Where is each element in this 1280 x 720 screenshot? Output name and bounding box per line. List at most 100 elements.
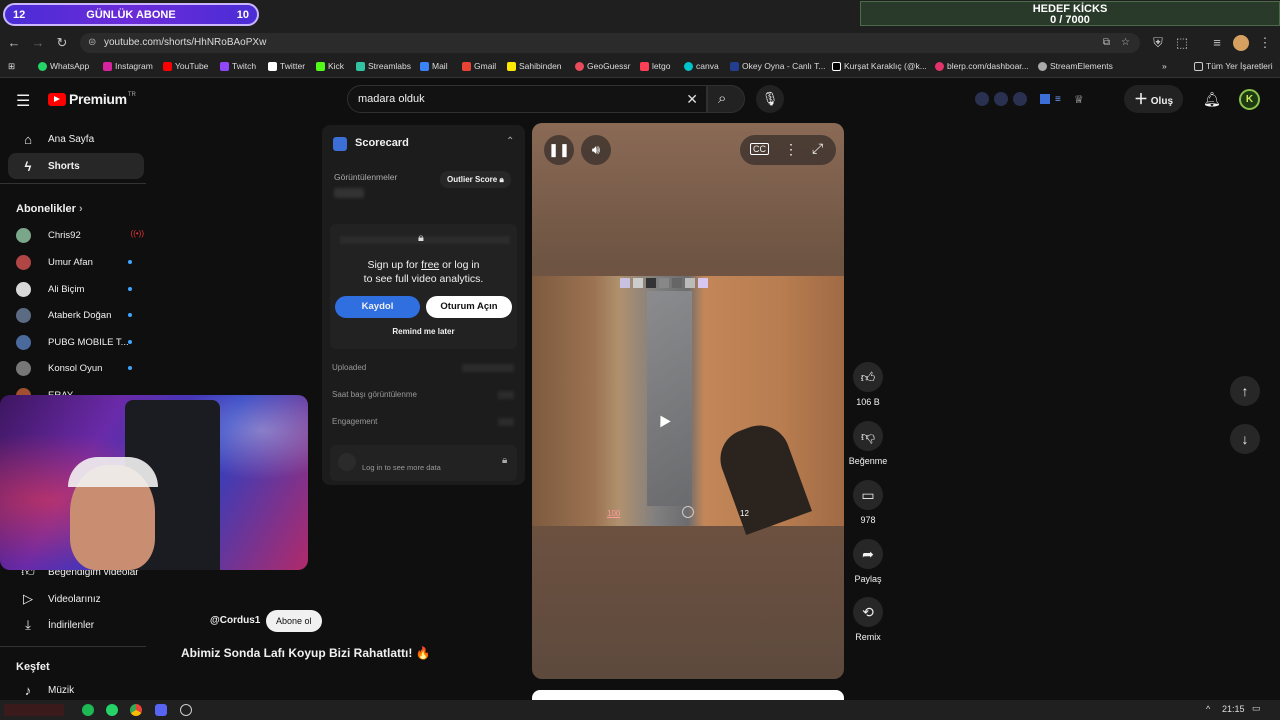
subscriptions-heading[interactable]: Abonelikler › bbox=[16, 203, 83, 215]
search-input[interactable]: madara olduk ✕ bbox=[347, 85, 707, 113]
forward-icon[interactable]: → bbox=[30, 35, 46, 51]
volume-button[interactable]: 🔊︎ bbox=[581, 135, 611, 165]
bookmark-streamelements[interactable]: StreamElements bbox=[1038, 61, 1113, 71]
clear-search-icon[interactable]: ✕ bbox=[686, 86, 698, 112]
bookmark-canva[interactable]: canva bbox=[684, 61, 719, 71]
scorecard-panel: Scorecard ⌃ Görüntülenmeler Outlier Scor… bbox=[322, 125, 525, 485]
bookmark-mail[interactable]: Mail bbox=[420, 61, 448, 71]
whatsapp-icon[interactable] bbox=[106, 704, 118, 716]
site-info-icon[interactable]: ⊜ bbox=[88, 33, 96, 53]
subscription-item[interactable]: Umur Afan bbox=[16, 251, 136, 273]
back-icon[interactable]: ← bbox=[6, 35, 22, 51]
trophy-icon[interactable]: ♕ bbox=[1074, 93, 1084, 106]
create-button[interactable]: ＋ Oluş bbox=[1124, 85, 1184, 113]
next-short-button[interactable]: ↓ bbox=[1230, 424, 1260, 454]
bookmark-geoguessr[interactable]: GeoGuessr bbox=[575, 61, 630, 71]
dislike-button[interactable]: 👎︎ Beğenme bbox=[847, 421, 889, 466]
remix-icon: ⟲ bbox=[853, 597, 883, 627]
install-icon[interactable]: ⧉ bbox=[1103, 33, 1110, 53]
subscribe-button[interactable]: Abone ol bbox=[266, 610, 322, 632]
comments-button[interactable]: ▭ 978 bbox=[850, 480, 886, 525]
home-icon: ⌂ bbox=[24, 131, 32, 147]
subscription-item[interactable]: PUBG MOBILE T... bbox=[16, 331, 136, 353]
sidebar-item-home[interactable]: ⌂ Ana Sayfa bbox=[8, 126, 144, 152]
bookmarks-overflow-icon[interactable]: » bbox=[1162, 61, 1167, 71]
remix-button[interactable]: ⟲ Remix bbox=[850, 597, 886, 642]
discord-icon[interactable] bbox=[155, 704, 167, 716]
search-button[interactable]: ⌕ bbox=[707, 85, 745, 113]
obs-icon[interactable] bbox=[180, 704, 192, 716]
bookmark-tiktok[interactable]: Kurşat Karaklıç (@k... bbox=[832, 61, 927, 71]
fullscreen-icon[interactable]: ⤢ bbox=[812, 140, 823, 157]
bookmark-kick[interactable]: Kick bbox=[316, 61, 344, 71]
bookmark-gmail[interactable]: Gmail bbox=[462, 61, 496, 71]
list-icon[interactable]: ≡ bbox=[1055, 94, 1061, 105]
notification-center-icon[interactable]: ▭ bbox=[1252, 703, 1261, 714]
bookmark-streamlabs[interactable]: Streamlabs bbox=[356, 61, 411, 71]
like-button[interactable]: 👍︎ 106 B bbox=[850, 362, 886, 407]
bookmarks-bar: ⊞ WhatsApp Instagram YouTube Twitch Twit… bbox=[0, 56, 1280, 78]
share-button[interactable]: ➦ Paylaş bbox=[850, 539, 886, 584]
chrome-icon[interactable] bbox=[130, 704, 142, 716]
hamburger-menu-icon[interactable]: ☰ bbox=[16, 91, 30, 111]
login-more-card[interactable]: Log in to see more data 🔒︎ bbox=[330, 445, 517, 481]
shorts-video-player[interactable]: 100 12 ❚❚ 🔊︎ CC ⋮ ⤢ bbox=[532, 123, 844, 679]
comment-icon: ▭ bbox=[853, 480, 883, 510]
reload-icon[interactable]: ↻ bbox=[54, 35, 70, 51]
tray-chevron-icon[interactable]: ^ bbox=[1206, 704, 1210, 714]
spotify-icon[interactable] bbox=[82, 704, 94, 716]
channel-handle[interactable]: @Cordus1 bbox=[210, 615, 260, 626]
sidebar-item-your-videos[interactable]: ▷ Videolarınız bbox=[8, 586, 144, 612]
lock-icon: 🔒︎ bbox=[418, 232, 424, 244]
youtube-premium-logo[interactable]: Premium TR bbox=[48, 91, 136, 107]
bookmark-sahibinden[interactable]: Sahibinden bbox=[507, 61, 562, 71]
pause-button[interactable]: ❚❚ bbox=[544, 135, 574, 165]
account-avatar[interactable]: K bbox=[1239, 89, 1260, 110]
vidiq-icon[interactable] bbox=[1040, 94, 1050, 104]
subscription-item[interactable]: Ali Biçim bbox=[16, 278, 136, 300]
bookmark-okey[interactable]: Okey Oyna - Canlı T... bbox=[730, 61, 825, 71]
live-icon: ((•)) bbox=[130, 229, 144, 238]
tab-search-icon[interactable]: ≡ bbox=[1209, 35, 1225, 51]
star-icon[interactable]: ☆ bbox=[1121, 33, 1130, 53]
captions-icon[interactable]: CC bbox=[750, 143, 769, 155]
clock-time[interactable]: 21:15 bbox=[1222, 704, 1245, 714]
login-button[interactable]: Oturum Açın bbox=[426, 296, 512, 318]
more-options-icon[interactable]: ⋮ bbox=[784, 141, 798, 158]
goal-progress-text: 0 / 7000 bbox=[1050, 14, 1090, 26]
all-bookmarks-folder[interactable]: Tüm Yer İşaretleri bbox=[1194, 61, 1273, 71]
bookmark-blerp[interactable]: blerp.com/dashboar... bbox=[935, 61, 1029, 71]
bookmark-letgo[interactable]: letgo bbox=[640, 61, 670, 71]
bookmark-whatsapp[interactable]: WhatsApp bbox=[38, 61, 89, 71]
subscription-item[interactable]: Ataberk Doğan bbox=[16, 304, 136, 326]
bookmark-twitter[interactable]: Twitter bbox=[268, 61, 305, 71]
apps-icon[interactable]: ⊞ bbox=[8, 61, 15, 72]
remind-later-link[interactable]: Remind me later bbox=[330, 327, 517, 336]
extension-dot-icon[interactable] bbox=[1013, 92, 1027, 106]
sidebar-item-shorts[interactable]: ϟ Shorts bbox=[8, 153, 144, 179]
kaydol-button[interactable]: Kaydol bbox=[335, 296, 420, 318]
notifications-bell-icon[interactable]: 🔔︎ bbox=[1203, 91, 1221, 108]
browser-menu-icon[interactable]: ⋮ bbox=[1257, 35, 1273, 51]
shield-extension-icon[interactable]: ⛨ bbox=[1150, 35, 1166, 51]
url-field[interactable]: ⊜ youtube.com/shorts/HhNRoBAoPXw ⧉ ☆ bbox=[80, 33, 1140, 53]
subscription-item[interactable]: Chris92 ((•)) bbox=[16, 224, 144, 246]
extension-dot-icon[interactable] bbox=[994, 92, 1008, 106]
taskbar-search[interactable] bbox=[4, 704, 64, 716]
outlier-score-badge[interactable]: Outlier Score 🔒︎ bbox=[440, 171, 511, 188]
subscription-item[interactable]: Konsol Oyun bbox=[16, 357, 136, 379]
extension-dot-icon[interactable] bbox=[975, 92, 989, 106]
voice-search-icon[interactable]: 🎙 bbox=[756, 85, 784, 113]
extensions-icon[interactable]: ⬚ bbox=[1174, 35, 1190, 51]
bookmark-youtube[interactable]: YouTube bbox=[163, 61, 208, 71]
sidebar-item-downloads[interactable]: ⤓ İndirilenler bbox=[8, 612, 144, 638]
abone-label: GÜNLÜK ABONE bbox=[86, 8, 176, 21]
volume-icon: 🔊︎ bbox=[591, 142, 601, 157]
bookmark-twitch[interactable]: Twitch bbox=[220, 61, 256, 71]
search-icon: ⌕ bbox=[718, 90, 727, 107]
bookmark-instagram[interactable]: Instagram bbox=[103, 61, 153, 71]
profile-avatar[interactable] bbox=[1233, 35, 1249, 51]
previous-short-button[interactable]: ↑ bbox=[1230, 376, 1260, 406]
collapse-chevron-icon[interactable]: ⌃ bbox=[506, 136, 514, 147]
thumbs-down-icon: 👎︎ bbox=[853, 421, 883, 451]
